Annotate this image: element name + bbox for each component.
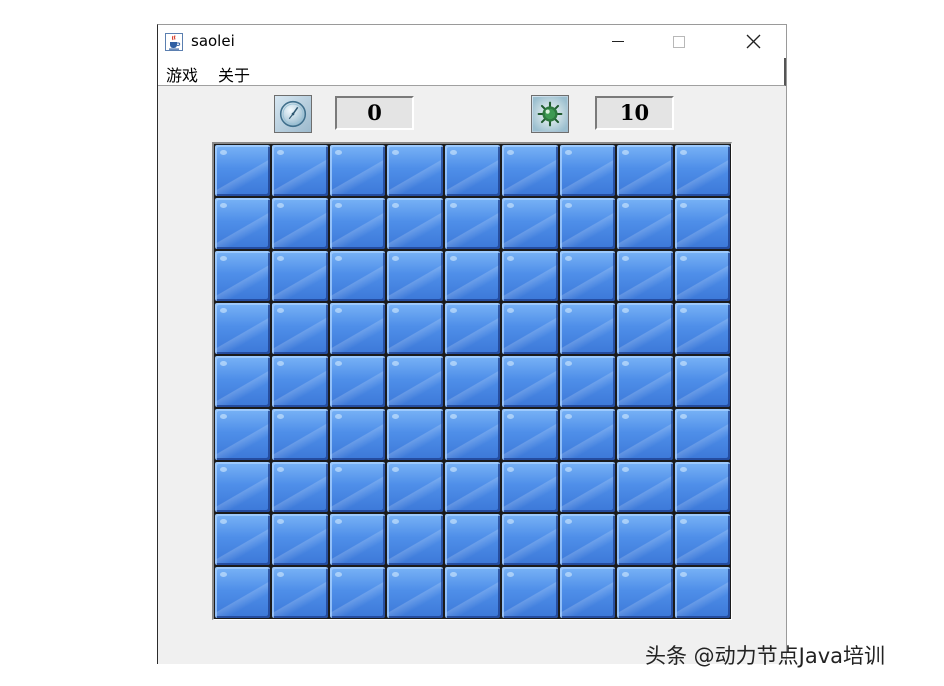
menu-about[interactable]: 关于 [218,62,250,86]
mine-cell[interactable] [444,356,501,407]
mine-cell[interactable] [272,303,328,355]
close-icon[interactable] [730,25,776,58]
mine-cell[interactable] [387,145,443,196]
mine-cell[interactable] [559,145,616,196]
mine-cell[interactable] [329,514,386,566]
watermark: 头条 @动力节点Java培训 [645,644,886,668]
mine-cell[interactable] [272,197,328,249]
mine-cell[interactable] [329,356,386,407]
mine-cell[interactable] [617,303,673,355]
mine-cell[interactable] [329,250,386,302]
mine-cell[interactable] [215,145,271,196]
mine-cell[interactable] [444,250,501,302]
mine-cell[interactable] [387,408,443,460]
mine-cell[interactable] [387,461,443,513]
java-cup-icon [165,33,183,51]
mine-cell[interactable] [617,461,673,513]
mine-cell[interactable] [387,250,443,302]
mine-cell[interactable] [559,250,616,302]
mine-cell[interactable] [444,408,501,460]
mine-cell[interactable] [387,356,443,407]
mine-cell[interactable] [329,567,386,618]
minefield-grid [212,142,732,620]
mine-cell[interactable] [215,250,271,302]
mine-cell[interactable] [387,303,443,355]
mine-cell[interactable] [674,250,730,302]
mine-cell[interactable] [617,356,673,407]
mine-counter: 10 [595,96,674,130]
mine-cell[interactable] [387,197,443,249]
mine-cell[interactable] [617,197,673,249]
mine-cell[interactable] [387,567,443,618]
mine-cell[interactable] [329,145,386,196]
mine-cell[interactable] [444,567,501,618]
mine-cell[interactable] [215,567,271,618]
mine-cell[interactable] [387,514,443,566]
clock-icon[interactable] [274,95,312,133]
mine-cell[interactable] [559,303,616,355]
mine-cell[interactable] [502,303,558,355]
mine-icon[interactable] [531,95,569,133]
mine-cell[interactable] [559,567,616,618]
maximize-icon[interactable] [656,25,702,58]
mine-cell[interactable] [444,461,501,513]
mine-cell[interactable] [502,461,558,513]
mine-cell[interactable] [444,303,501,355]
mine-cell[interactable] [215,461,271,513]
mine-cell[interactable] [215,408,271,460]
mine-cell[interactable] [215,356,271,407]
mine-cell[interactable] [272,461,328,513]
mine-cell[interactable] [674,408,730,460]
mine-cell[interactable] [674,567,730,618]
mine-cell[interactable] [215,197,271,249]
mine-cell[interactable] [674,303,730,355]
mine-cell[interactable] [272,567,328,618]
mine-cell[interactable] [215,303,271,355]
mine-cell[interactable] [329,197,386,249]
mine-cell[interactable] [502,250,558,302]
mine-cell[interactable] [502,197,558,249]
mine-cell[interactable] [502,567,558,618]
mine-cell[interactable] [617,567,673,618]
mine-cell[interactable] [559,356,616,407]
mine-cell[interactable] [617,145,673,196]
game-window: saolei 游戏 关于 0 10 [157,24,787,664]
mine-cell[interactable] [674,461,730,513]
menu-bar: 游戏 关于 [158,58,786,86]
mine-cell[interactable] [444,197,501,249]
mine-cell[interactable] [272,514,328,566]
mine-cell[interactable] [674,145,730,196]
mine-cell[interactable] [674,356,730,407]
mine-cell[interactable] [559,408,616,460]
mine-cell[interactable] [502,145,558,196]
mine-cell[interactable] [444,514,501,566]
mine-cell[interactable] [272,145,328,196]
mine-cell[interactable] [674,514,730,566]
mine-cell[interactable] [502,356,558,407]
mine-cell[interactable] [272,356,328,407]
mine-cell[interactable] [674,197,730,249]
minimize-icon[interactable] [595,25,641,58]
mine-cell[interactable] [559,197,616,249]
window-title: saolei [191,32,235,50]
mine-cell[interactable] [617,408,673,460]
mine-cell[interactable] [617,250,673,302]
mine-cell[interactable] [617,514,673,566]
mine-cell[interactable] [329,303,386,355]
mine-cell[interactable] [329,408,386,460]
mine-cell[interactable] [444,145,501,196]
menu-game[interactable]: 游戏 [166,62,198,86]
mine-cell[interactable] [559,461,616,513]
mine-cell[interactable] [329,461,386,513]
mine-cell[interactable] [502,514,558,566]
mine-cell[interactable] [559,514,616,566]
mine-cell[interactable] [215,514,271,566]
mine-cell[interactable] [502,408,558,460]
mine-cell[interactable] [272,250,328,302]
title-bar[interactable]: saolei [158,25,786,58]
timer-display: 0 [335,96,414,130]
mine-cell[interactable] [272,408,328,460]
